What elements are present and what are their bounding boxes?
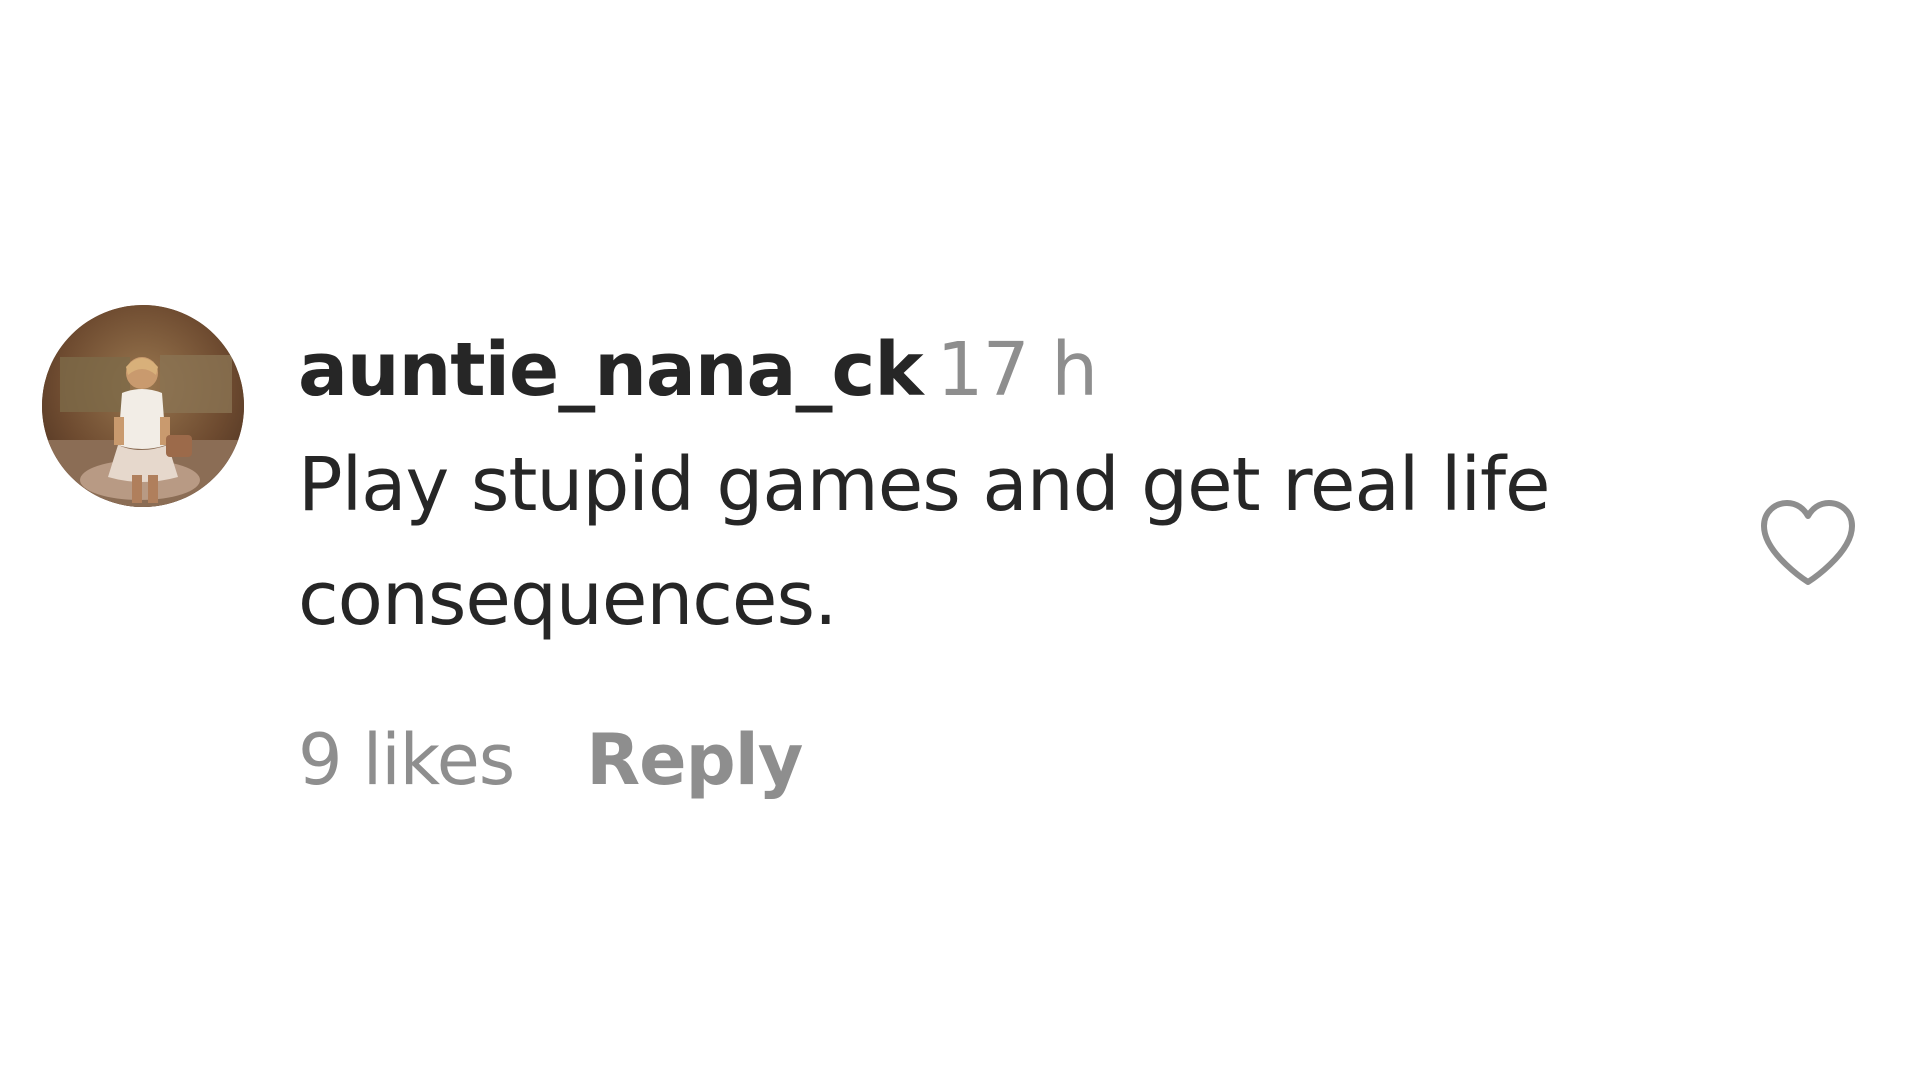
like-button[interactable] xyxy=(1758,498,1858,588)
likes-count[interactable]: 9 likes xyxy=(298,719,515,801)
comment-actions: 9 likes Reply xyxy=(298,715,803,805)
comment-item: auntie_nana_ck 17 h Play stupid games and… xyxy=(0,0,1920,1080)
timestamp[interactable]: 17 h xyxy=(937,327,1099,413)
username[interactable]: auntie_nana_ck xyxy=(298,327,924,413)
avatar-photo xyxy=(42,305,244,507)
reply-button[interactable]: Reply xyxy=(586,719,803,801)
avatar[interactable] xyxy=(42,305,244,507)
heart-outline-icon xyxy=(1761,500,1855,585)
comment-text: Play stupid games and get real life cons… xyxy=(298,442,1551,642)
comment-header: auntie_nana_ck 17 h xyxy=(298,320,1698,420)
comment-body: auntie_nana_ck 17 h Play stupid games and… xyxy=(298,320,1698,656)
